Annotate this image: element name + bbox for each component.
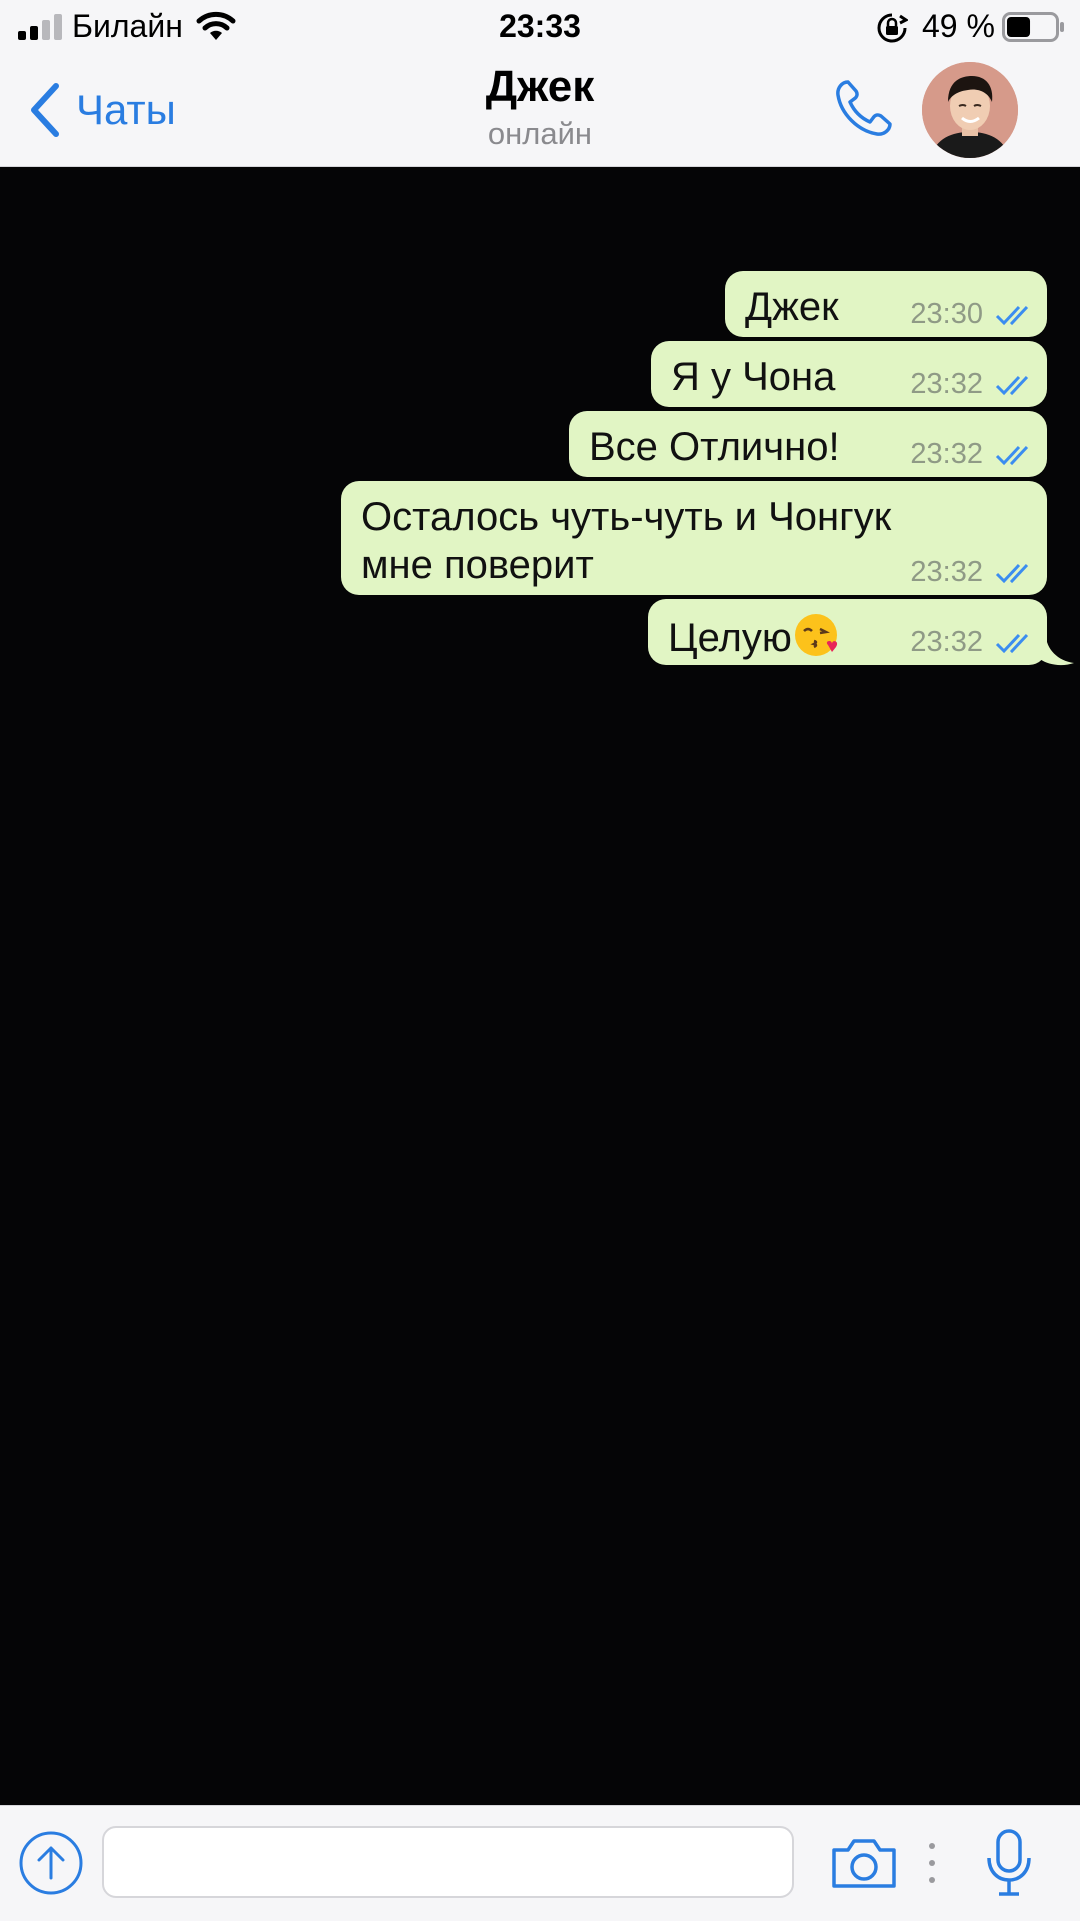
message-time: 23:30 (910, 298, 983, 330)
message-time: 23:32 (910, 438, 983, 470)
message-text: Джек (745, 285, 839, 329)
camera-icon[interactable] (830, 1836, 898, 1890)
kissing-face-icon (794, 614, 837, 656)
message-time: 23:32 (910, 556, 983, 588)
message-text: Все Отлично! (589, 425, 840, 469)
message-time: 23:32 (910, 368, 983, 400)
double-check-icon (995, 633, 1029, 653)
message-text: Осталось чуть-чуть и Чонгук мне поверит (361, 493, 891, 589)
outgoing-message[interactable]: Осталось чуть-чуть и Чонгук мне поверит … (341, 481, 1047, 595)
upload-arrow-icon[interactable] (18, 1830, 84, 1896)
contact-avatar[interactable] (922, 62, 1018, 158)
message-list[interactable]: Джек 23:30 Я у Чона 23:32 Все Отлично! 2… (0, 167, 1080, 1805)
rotation-lock-icon (877, 13, 908, 43)
more-dots-icon (929, 1843, 935, 1883)
double-check-icon (995, 445, 1029, 465)
battery-percent: 49 % (922, 8, 995, 44)
message-input[interactable] (102, 1826, 794, 1898)
message-text: Целую (668, 611, 840, 662)
composer-bar (0, 1805, 1080, 1921)
outgoing-message[interactable]: Я у Чона 23:32 (651, 341, 1047, 407)
double-check-icon (995, 305, 1029, 325)
message-text-content: Целую (668, 616, 792, 660)
message-text-line: мне поверит (361, 543, 594, 587)
bubble-tail (1040, 635, 1074, 666)
status-bar: Билайн 23:33 49 % (0, 0, 1080, 54)
message-text-line: Осталось чуть-чуть и Чонгук (361, 495, 892, 539)
contact-status: онлайн (487, 116, 593, 151)
outgoing-message[interactable]: Все Отлично! 23:32 (569, 411, 1047, 477)
battery-icon (1002, 12, 1064, 42)
contact-name[interactable]: Джек (0, 62, 1080, 112)
clock-time: 23:33 (499, 8, 581, 44)
outgoing-message[interactable]: Джек 23:30 (725, 271, 1047, 337)
avatar-photo-image (922, 62, 1018, 158)
message-time: 23:32 (910, 626, 983, 658)
outgoing-message[interactable]: Целую 23:32 (648, 599, 1047, 665)
message-text: Я у Чона (671, 355, 836, 399)
double-check-icon (995, 563, 1029, 583)
microphone-icon[interactable] (984, 1828, 1034, 1898)
chat-header: Чаты Джек онлайн (0, 54, 1080, 167)
phone-icon[interactable] (830, 76, 896, 142)
double-check-icon (995, 375, 1029, 395)
